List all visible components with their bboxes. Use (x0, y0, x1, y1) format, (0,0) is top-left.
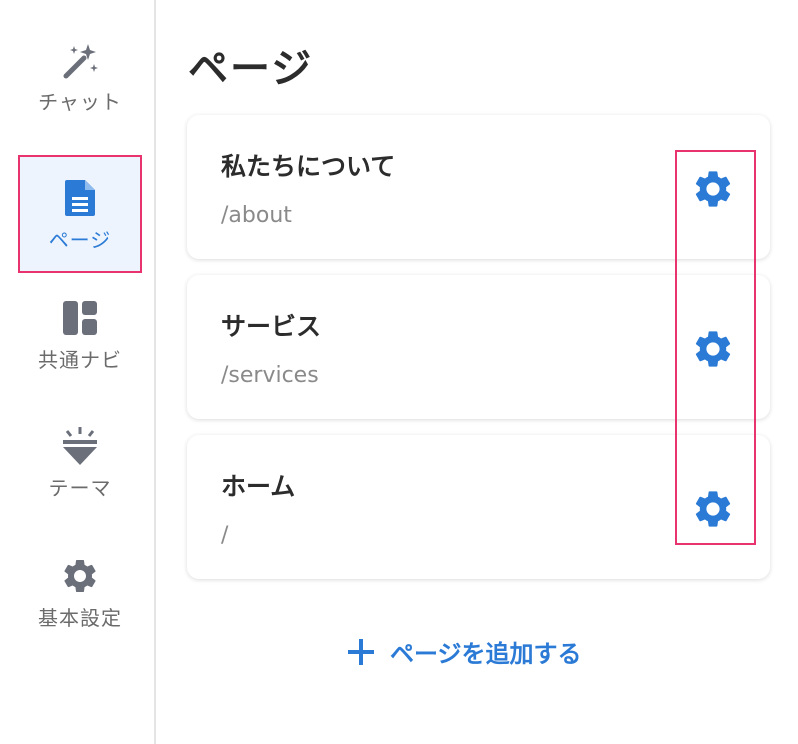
gear-icon (58, 554, 102, 598)
page-settings-button[interactable] (691, 327, 735, 371)
page-card-path: /services (221, 363, 319, 388)
gear-icon (695, 331, 731, 367)
add-page-button[interactable]: ページを追加する (346, 634, 582, 669)
theme-icon (58, 424, 102, 468)
magic-wand-icon (58, 38, 102, 82)
page-settings-button[interactable] (691, 487, 735, 531)
gear-icon (695, 491, 731, 527)
plus-icon (348, 638, 374, 665)
sidebar-item-label: チャット (38, 90, 122, 114)
page-card-title: サービス (221, 312, 322, 341)
page-card-title: 私たちについて (221, 152, 396, 181)
page-title: ページ (188, 46, 314, 92)
sidebar-item-pages[interactable]: ページ (18, 155, 142, 273)
sidebar-item-chat[interactable]: チャット (20, 38, 140, 138)
document-icon (58, 176, 102, 220)
page-settings-button[interactable] (691, 167, 735, 211)
page-card-about[interactable]: 私たちについて /about (187, 115, 770, 259)
page-card-title: ホーム (221, 472, 296, 501)
page-card-path: /about (221, 203, 292, 228)
page-card-home[interactable]: ホーム / (187, 435, 770, 579)
gear-icon (695, 171, 731, 207)
sidebar-item-theme[interactable]: テーマ (20, 424, 140, 524)
sidebar-item-settings[interactable]: 基本設定 (20, 554, 140, 654)
sidebar-item-label: ページ (48, 227, 112, 252)
sidebar-item-label: 共通ナビ (38, 348, 122, 372)
page-card-path: / (221, 523, 229, 548)
app-window: チャット ページ 共通ナビ テーマ 基本設定 ページ 私たちについて /abou… (0, 0, 798, 744)
add-page-label: ページを追加する (390, 640, 582, 668)
page-card-services[interactable]: サービス /services (187, 275, 770, 419)
sidebar-item-label: テーマ (48, 476, 112, 500)
sidebar-item-common-nav[interactable]: 共通ナビ (20, 296, 140, 396)
sidebar: チャット ページ 共通ナビ テーマ 基本設定 (0, 0, 156, 744)
sidebar-item-label: 基本設定 (38, 606, 122, 630)
layout-icon (58, 296, 102, 340)
